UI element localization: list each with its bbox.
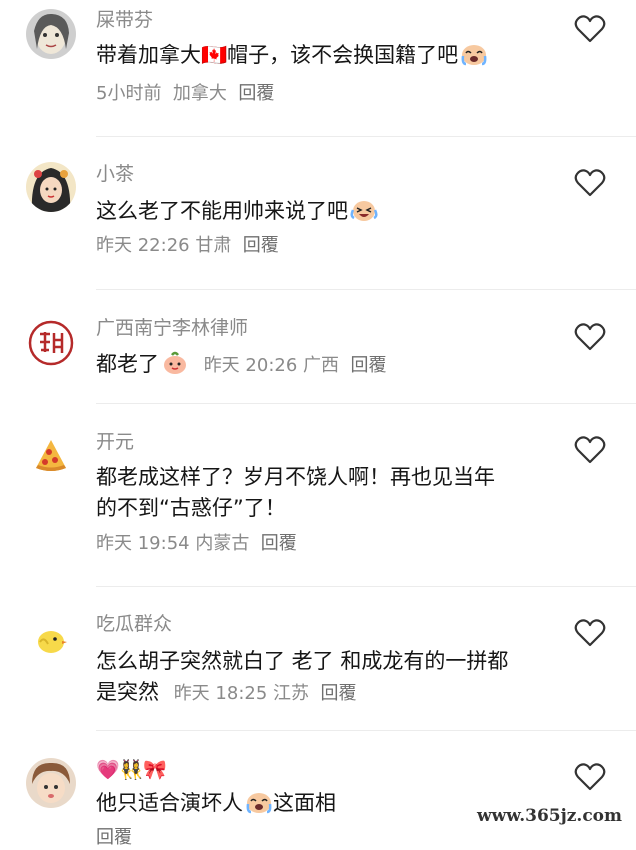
watermark: www.365jz.com xyxy=(471,804,628,828)
reply-button[interactable]: 回覆 xyxy=(320,683,356,704)
comment-text-line: 都老成这样了？岁月不饶人啊！再也见当年 xyxy=(96,465,495,489)
laughing-tears-icon xyxy=(350,201,378,221)
comment-location: 广西 xyxy=(303,355,340,376)
reply-button[interactable]: 回覆 xyxy=(261,533,297,554)
child-photo-icon xyxy=(26,758,76,808)
crying-face-icon xyxy=(246,793,272,814)
comment-text-content: 是突然 xyxy=(96,680,159,704)
username[interactable]: 广西南宁李林律师 xyxy=(96,316,248,340)
comment-meta: 回覆 xyxy=(96,826,132,850)
woman-portrait-icon xyxy=(26,9,76,59)
peach-face-icon xyxy=(164,351,186,374)
comment-meta: 昨天 19:54 内蒙古 回覆 xyxy=(96,532,297,556)
comment-time: 昨天 19:54 xyxy=(96,533,190,554)
avatar[interactable] xyxy=(26,430,76,480)
divider xyxy=(96,136,636,137)
divider xyxy=(96,730,636,731)
comment-time: 5小时前 xyxy=(96,83,162,104)
divider xyxy=(96,586,636,587)
comment-text-content: 他只适合演坏人 xyxy=(96,791,243,815)
red-seal-icon xyxy=(26,318,76,368)
heart-icon[interactable] xyxy=(574,322,606,352)
avatar[interactable] xyxy=(26,9,76,59)
comment-text-line: 的不到“古惑仔”了！ xyxy=(96,496,286,520)
avatar[interactable] xyxy=(26,758,76,808)
username[interactable]: 小茶 xyxy=(96,162,134,186)
heart-icon[interactable] xyxy=(574,168,606,198)
avatar[interactable] xyxy=(26,614,76,664)
comment-location: 内蒙古 xyxy=(195,533,250,554)
heart-icon[interactable] xyxy=(574,14,606,44)
comment-location: 江苏 xyxy=(273,683,310,704)
anime-girl-icon xyxy=(26,162,76,212)
comment-meta: 昨天 18:25 江苏 回覆 xyxy=(174,683,357,704)
reply-button[interactable]: 回覆 xyxy=(350,355,386,376)
comment-text-content: 这么老了不能用帅来说了吧 xyxy=(96,199,348,223)
username[interactable]: 💗👯‍♀️🎀 xyxy=(96,758,167,782)
comment-text: 带着加拿大🇨🇦帽子，该不会换国籍了吧 xyxy=(96,40,546,71)
comment-text: 这么老了不能用帅来说了吧 xyxy=(96,196,546,227)
comment-text-line: 是突然 昨天 18:25 江苏 回覆 xyxy=(96,677,546,708)
chick-icon xyxy=(26,614,76,664)
comment-text: 都老成这样了？岁月不饶人啊！再也见当年 的不到“古惑仔”了！ xyxy=(96,462,546,524)
comment-text: 都老了 昨天 20:26 广西 回覆 xyxy=(96,349,546,380)
reply-button[interactable]: 回覆 xyxy=(243,235,279,256)
comment-meta: 昨天 22:26 甘肃 回覆 xyxy=(96,234,279,258)
comment-time: 昨天 20:26 xyxy=(203,355,298,376)
comment-text-content: 带着加拿大🇨🇦帽子，该不会换国籍了吧 xyxy=(96,43,459,67)
divider xyxy=(96,403,636,404)
comment-meta: 昨天 20:26 广西 回覆 xyxy=(204,355,387,376)
username[interactable]: 屎带芬 xyxy=(96,8,153,32)
avatar[interactable] xyxy=(26,318,76,368)
comment-time: 昨天 22:26 xyxy=(96,235,190,256)
comment-location: 甘肃 xyxy=(195,235,232,256)
divider xyxy=(96,289,636,290)
heart-icon[interactable] xyxy=(574,435,606,465)
comment-text-content: 这面相 xyxy=(273,791,336,815)
comment-meta: 5小时前 加拿大 回覆 xyxy=(96,82,274,106)
comment-text-line: 怎么胡子突然就白了 老了 和成龙有的一拼都 xyxy=(96,649,509,673)
crying-face-icon xyxy=(461,45,487,66)
pizza-slice-icon xyxy=(26,430,76,480)
reply-button[interactable]: 回覆 xyxy=(238,83,274,104)
comment-location: 加拿大 xyxy=(172,83,227,104)
comment-time: 昨天 18:25 xyxy=(173,683,268,704)
comment-text-content: 都老了 xyxy=(96,352,159,376)
heart-icon[interactable] xyxy=(574,618,606,648)
heart-icon[interactable] xyxy=(574,762,606,792)
reply-button[interactable]: 回覆 xyxy=(96,827,132,848)
username[interactable]: 开元 xyxy=(96,430,134,454)
comment-text: 怎么胡子突然就白了 老了 和成龙有的一拼都 是突然 昨天 18:25 江苏 回覆 xyxy=(96,646,546,708)
avatar[interactable] xyxy=(26,162,76,212)
username[interactable]: 吃瓜群众 xyxy=(96,612,172,636)
